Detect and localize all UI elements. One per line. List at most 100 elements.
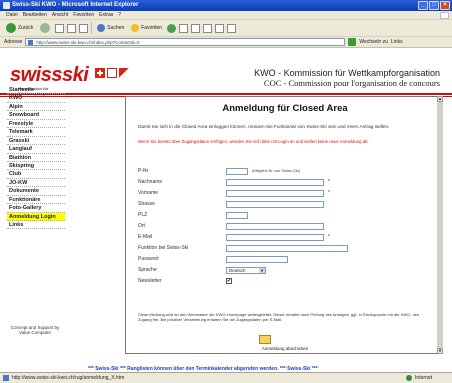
home-icon[interactable]: [79, 23, 89, 33]
status-bar: http://www.swiss-ski-kwo.ch/rug/anmeldun…: [0, 372, 452, 383]
star-icon: [131, 24, 140, 32]
forward-arrow-icon: [40, 23, 51, 33]
city-input[interactable]: [226, 223, 324, 230]
history-icon[interactable]: [179, 23, 189, 33]
header-title: KWO - Kommission für Wettkampforganisati…: [254, 68, 440, 78]
sidebar-item-langlauf[interactable]: Langlauf: [7, 145, 65, 154]
address-bar: Adresse http://www.swiss-ski-kwo.ch/inde…: [0, 37, 452, 48]
go-label[interactable]: Wechseln zu: [359, 37, 388, 48]
menu-tools[interactable]: Extras: [99, 11, 113, 19]
address-label: Adresse: [4, 38, 23, 45]
submit-button[interactable]: Anmeldung abschicken: [126, 346, 444, 351]
zip-input[interactable]: [226, 212, 248, 219]
forward-button[interactable]: [38, 22, 52, 35]
form-row-email: E-Mail *: [138, 233, 438, 241]
links-label[interactable]: Links: [391, 37, 403, 48]
window-title-bar: Swiss-Ski KWO - Microsoft Internet Explo…: [0, 0, 452, 11]
firstname-input[interactable]: [226, 190, 324, 197]
email-input[interactable]: [226, 234, 324, 241]
security-zone: Internet: [406, 373, 432, 383]
sidebar-item-kwo[interactable]: KWO: [7, 94, 65, 103]
swiss-flag-icon[interactable]: [95, 68, 105, 78]
sidebar-item-links[interactable]: Links: [7, 221, 65, 230]
sidebar-item-dokumente[interactable]: Dokumente: [7, 187, 65, 196]
language-flag-icon[interactable]: [119, 68, 129, 78]
field-label: Vorname: [138, 190, 159, 196]
form-row-ort: Ort: [138, 222, 438, 230]
sidebar-footer[interactable]: Concept and Support by Value Computer: [6, 325, 64, 335]
form-row-newsletter: Newsletter ✔: [138, 277, 438, 285]
submit-envelope-icon[interactable]: [259, 335, 271, 344]
print-icon[interactable]: [203, 23, 213, 33]
sidebar-nav: Startseite KWO Alpin Snowboard Freestyle…: [7, 86, 65, 230]
field-label: Newsletter: [138, 278, 162, 284]
form-row-sprache: Sprache Deutsch ▼: [138, 266, 438, 274]
windows-logo-icon: [440, 12, 449, 19]
language-flag-icon[interactable]: [107, 68, 117, 78]
stop-icon[interactable]: [55, 23, 65, 33]
scroll-up-icon[interactable]: ▲: [437, 96, 443, 102]
sidebar-item-startseite[interactable]: Startseite: [7, 86, 65, 95]
form-intro: Damit Sie sich in die Closed Area einlog…: [138, 124, 390, 129]
sidebar-item-jo-kw[interactable]: JO-KW: [7, 179, 65, 188]
pnr-hint: (Mitglied-Nr von Swiss-Ski): [252, 168, 301, 173]
lastname-input[interactable]: [226, 179, 324, 186]
menu-help[interactable]: ?: [118, 11, 121, 19]
back-button[interactable]: Zurück: [4, 22, 35, 35]
form-row-strasse: Strasse: [138, 200, 438, 208]
edit-icon[interactable]: [215, 23, 225, 33]
ie-app-icon: [3, 2, 10, 9]
form-row-passwort: Passwort: [138, 255, 438, 263]
newsletter-checkbox[interactable]: ✔: [226, 278, 232, 284]
required-marker: *: [328, 179, 330, 185]
swissski-logo[interactable]: swissski Kommission für Wettkampforganis…: [10, 64, 89, 96]
form-footnote: Diese Meldung wird an den Webmaster der …: [138, 312, 420, 322]
chevron-down-icon: ▼: [259, 268, 265, 273]
field-label: PLZ: [138, 212, 148, 218]
street-input[interactable]: [226, 201, 324, 208]
favorites-button[interactable]: Favoriten: [129, 22, 164, 35]
header-subtitle: COC - Commission pour l'organisation de …: [263, 78, 440, 88]
search-button[interactable]: Suchen: [95, 22, 126, 35]
menu-favorites[interactable]: Favoriten: [73, 11, 94, 19]
menu-edit[interactable]: Bearbeiten: [23, 11, 47, 19]
sidebar-item-funktionaere[interactable]: Funktionäre: [7, 196, 65, 205]
function-input[interactable]: [226, 245, 348, 252]
menu-view[interactable]: Ansicht: [52, 11, 68, 19]
sidebar-item-anmeldung-login[interactable]: Anmeldung Login: [7, 212, 65, 221]
language-value: Deutsch: [229, 268, 246, 273]
media-icon[interactable]: [167, 23, 177, 33]
sidebar-item-skispring[interactable]: Skispring: [7, 162, 65, 171]
sidebar-item-club[interactable]: Club: [7, 170, 65, 179]
discuss-icon[interactable]: [227, 23, 237, 33]
pnr-input[interactable]: [226, 168, 248, 175]
menu-file[interactable]: Datei: [6, 11, 18, 19]
sidebar-item-biathlon[interactable]: Biathlon: [7, 154, 65, 162]
minimize-button[interactable]: _: [418, 1, 428, 10]
address-url: http://www.swiss-ski-kwo.ch/index.php?Co…: [36, 40, 140, 45]
refresh-icon[interactable]: [67, 23, 77, 33]
sidebar-item-freestyle[interactable]: Freestyle: [7, 120, 65, 129]
field-label: Nachname: [138, 179, 163, 185]
sidebar-item-snowboard[interactable]: Snowboard: [7, 111, 65, 120]
go-arrow-icon[interactable]: [348, 38, 357, 46]
sidebar-item-grasski[interactable]: Grasski: [7, 137, 65, 146]
form-row-vorname: Vorname *: [138, 189, 438, 197]
language-select[interactable]: Deutsch ▼: [226, 267, 266, 274]
mail-icon[interactable]: [191, 23, 201, 33]
address-input[interactable]: http://www.swiss-ski-kwo.ch/index.php?Co…: [25, 38, 346, 46]
sidebar-item-alpin[interactable]: Alpin: [7, 103, 65, 112]
window-controls: _ □ ×: [418, 1, 450, 10]
form-warning: Wenn Sie bereits über Zugangsdaten verfü…: [138, 139, 369, 144]
status-url: http://www.swiss-ski-kwo.ch/rug/anmeldun…: [12, 375, 125, 381]
required-marker: *: [328, 234, 330, 240]
form-row-plz: PLZ: [138, 211, 438, 219]
field-label: Passwort: [138, 256, 159, 262]
sidebar-item-foto-gallery[interactable]: Foto-Gallery: [7, 204, 65, 213]
sidebar-item-telemark[interactable]: Telemark: [7, 128, 65, 137]
password-input[interactable]: [226, 256, 288, 263]
field-label: Funktion bei Swiss-Ski: [138, 245, 189, 251]
maximize-button[interactable]: □: [429, 1, 439, 10]
favorites-label: Favoriten: [141, 25, 163, 31]
close-button[interactable]: ×: [440, 1, 450, 10]
